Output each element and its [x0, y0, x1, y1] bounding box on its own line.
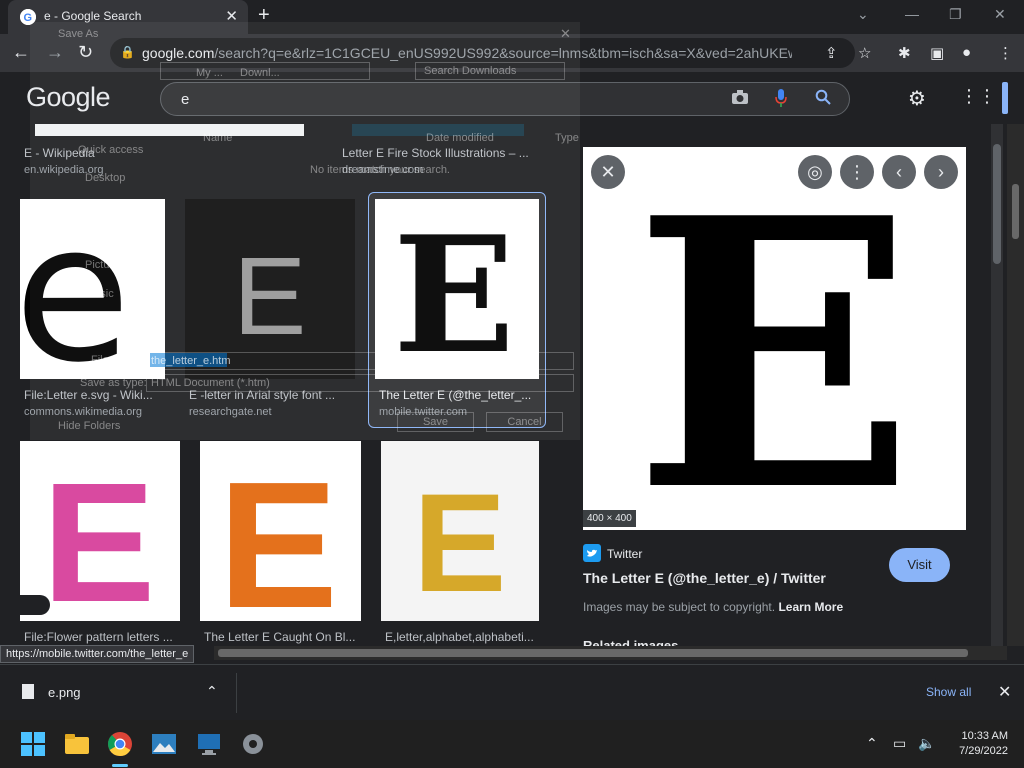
save-type-field[interactable]: HTML Document (*.htm) — [146, 374, 574, 392]
svg-text:E: E — [218, 445, 338, 621]
close-preview-icon[interactable]: ✕ — [591, 155, 625, 189]
chrome-icon[interactable] — [107, 731, 133, 757]
nav-music[interactable]: Music — [85, 288, 114, 300]
menu-kebab-icon[interactable]: ⋮ — [998, 44, 1013, 62]
vertical-scrollbar[interactable] — [1007, 124, 1024, 646]
visit-button[interactable]: Visit — [889, 548, 950, 582]
download-filename[interactable]: e.png — [48, 685, 81, 700]
file-name-value[interactable]: the_letter_e.htm — [151, 355, 231, 367]
file-name-label: File name: — [91, 354, 143, 366]
active-app-indicator — [112, 764, 128, 767]
microphone-icon[interactable] — [775, 89, 787, 107]
panel-scrollbar[interactable] — [991, 124, 1003, 646]
learn-more-link[interactable]: Learn More — [778, 600, 843, 614]
tray-overflow-icon[interactable]: ⌃ — [866, 735, 878, 752]
cancel-button[interactable]: Cancel — [486, 412, 563, 432]
column-name[interactable]: Name — [203, 132, 232, 144]
file-name-field[interactable]: the_letter_e.htm — [146, 352, 574, 370]
close-shelf-icon[interactable]: ✕ — [998, 682, 1011, 702]
search-downloads-placeholder: Search Downloads — [424, 65, 517, 77]
svg-text:E: E — [633, 147, 915, 530]
preview-image[interactable]: E — [583, 147, 966, 530]
previous-icon[interactable]: ‹ — [882, 155, 916, 189]
horizontal-scrollbar[interactable] — [214, 646, 1007, 660]
shelf-divider — [236, 673, 237, 713]
search-downloads-field[interactable]: Search Downloads — [415, 62, 565, 80]
hide-folders-button[interactable]: Hide Folders — [58, 420, 120, 432]
restore-icon[interactable]: ❐ — [949, 6, 962, 23]
volume-icon[interactable]: 🔈 — [918, 735, 935, 752]
nav-downloads[interactable]: Downloads — [85, 201, 139, 213]
column-date[interactable]: Date modified — [426, 132, 494, 144]
remote-desktop-icon[interactable] — [196, 731, 222, 757]
nav-videos[interactable]: Videos — [85, 317, 118, 329]
copyright-notice: Images may be subject to copyright. Lear… — [583, 600, 844, 614]
back-icon[interactable]: ← — [12, 42, 30, 63]
bookmark-star-icon[interactable]: ☆ — [858, 44, 871, 62]
profile-icon[interactable]: ● — [962, 44, 971, 61]
tab-search-icon[interactable]: ⌄ — [857, 6, 869, 23]
save-as-dialog[interactable]: Save As ✕ My ... Downl... Search Downloa… — [30, 22, 580, 440]
twitter-icon — [583, 544, 601, 562]
network-icon[interactable]: ▭ — [893, 735, 906, 752]
result-caption[interactable]: E,letter,alphabet,alphabeti... — [385, 630, 534, 644]
side-panel-icon[interactable]: ▣ — [930, 44, 944, 62]
svg-text:E: E — [42, 448, 155, 621]
next-icon[interactable]: › — [924, 155, 958, 189]
start-icon[interactable] — [20, 731, 46, 757]
image-result-thumb[interactable]: E — [20, 441, 180, 621]
result-caption[interactable]: File:Flower pattern letters ... — [24, 630, 173, 644]
more-options-icon[interactable]: ⋮ — [840, 155, 874, 189]
settings-app-icon[interactable] — [240, 731, 266, 757]
file-explorer-icon[interactable] — [64, 731, 90, 757]
windows-taskbar: ⌃ ▭ 🔈 10:33 AM 7/29/2022 — [0, 720, 1024, 768]
download-shelf: e.png ⌃ Show all ✕ — [0, 664, 1024, 720]
tab-title: e - Google Search — [44, 9, 142, 23]
dialog-close-icon[interactable]: ✕ — [560, 26, 571, 42]
dialog-title: Save As — [58, 28, 99, 40]
image-dimensions: 400 × 400 — [583, 510, 636, 527]
camera-icon[interactable] — [731, 89, 749, 105]
hscroll-thumb[interactable] — [218, 649, 968, 657]
preview-title[interactable]: The Letter E (@the_letter_e) / Twitter — [583, 570, 826, 586]
show-all-button[interactable]: Show all — [926, 685, 971, 699]
svg-text:E: E — [413, 464, 506, 621]
empty-message: No items match your search. — [310, 164, 450, 176]
lens-icon[interactable]: ◎ — [798, 155, 832, 189]
search-icon[interactable] — [815, 89, 831, 105]
share-icon[interactable]: ⇪ — [825, 44, 838, 62]
related-images-heading: Related images — [583, 638, 679, 646]
chevron-up-icon[interactable]: ⌃ — [206, 683, 218, 700]
system-clock[interactable]: 10:33 AM 7/29/2022 — [946, 729, 1008, 759]
nav-pictures[interactable]: Pictures — [85, 259, 125, 271]
nav-documents[interactable]: Documents — [85, 230, 141, 242]
gear-icon[interactable]: ⚙ — [908, 86, 926, 111]
minimize-icon[interactable]: — — [905, 6, 919, 22]
image-badge-icon — [20, 595, 50, 615]
status-bubble-url: https://mobile.twitter.com/the_letter_e — [0, 645, 195, 663]
preview-panel: E ✕ ◎ ⋮ ‹ › 400 × 400 Twitter The Letter… — [567, 124, 991, 646]
source-name[interactable]: Twitter — [607, 547, 642, 561]
panel-scroll-thumb[interactable] — [993, 144, 1001, 264]
extensions-icon[interactable]: ✱ — [898, 44, 911, 62]
result-caption[interactable]: The Letter E Caught On Bl... — [204, 630, 355, 644]
image-result-thumb[interactable]: E — [200, 441, 361, 621]
nav-quick-access[interactable]: Quick access — [78, 144, 143, 156]
save-type-label: Save as type: — [80, 377, 147, 389]
column-type[interactable]: Type — [555, 132, 579, 144]
save-button[interactable]: Save — [397, 412, 474, 432]
clock-time: 10:33 AM — [961, 730, 1008, 742]
close-window-icon[interactable]: ✕ — [994, 6, 1006, 23]
file-icon — [22, 684, 34, 699]
sign-in-button-edge[interactable] — [1002, 82, 1008, 114]
scroll-thumb[interactable] — [1012, 184, 1019, 239]
image-result-thumb[interactable]: E — [381, 441, 539, 621]
nav-desktop[interactable]: Desktop — [85, 172, 125, 184]
clock-date: 7/29/2022 — [959, 745, 1008, 757]
path-field[interactable] — [160, 62, 370, 80]
photos-app-icon[interactable] — [151, 731, 177, 757]
save-type-value[interactable]: HTML Document (*.htm) — [151, 377, 270, 389]
